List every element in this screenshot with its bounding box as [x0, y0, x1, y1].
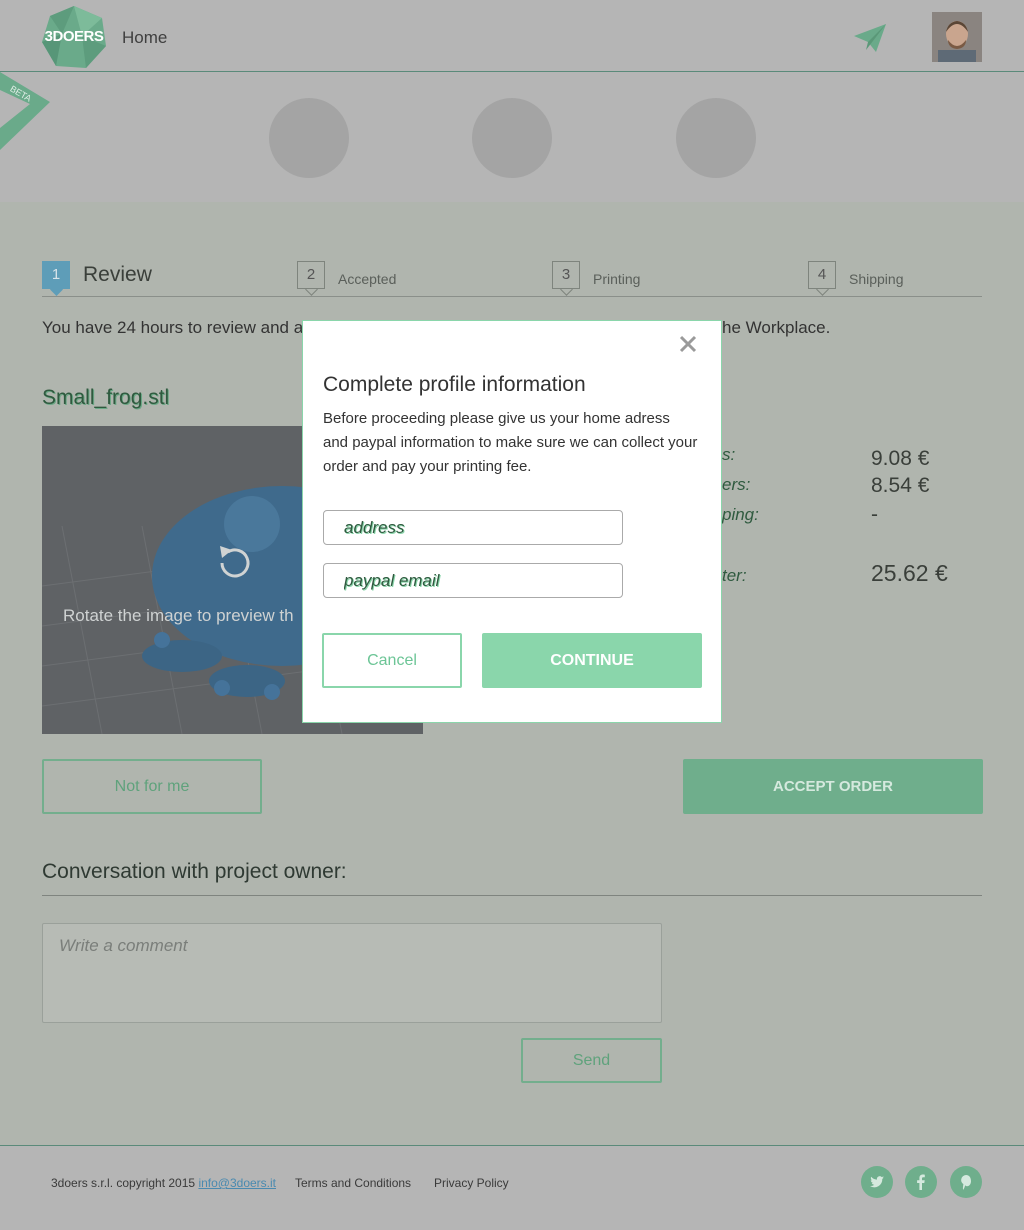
close-icon[interactable]	[677, 333, 699, 355]
hero-circle	[676, 98, 756, 178]
hero-circle	[472, 98, 552, 178]
not-for-me-button[interactable]: Not for me	[42, 759, 262, 814]
continue-button[interactable]: CONTINUE	[482, 633, 702, 688]
review-notice-end: he Workplace.	[722, 318, 831, 337]
facebook-button[interactable]	[905, 1166, 937, 1198]
accept-order-button[interactable]: ACCEPT ORDER	[683, 759, 983, 814]
pinterest-button[interactable]	[950, 1166, 982, 1198]
price-label: ers:	[722, 475, 751, 494]
price-label: s:	[722, 445, 736, 464]
footer-email-link[interactable]: info@3doers.it	[198, 1176, 276, 1190]
cancel-button[interactable]: Cancel	[322, 633, 462, 688]
paper-plane-icon[interactable]	[852, 22, 888, 54]
paypal-email-field[interactable]	[323, 563, 623, 598]
logo-text: 3DOERS	[44, 28, 104, 45]
step-number: 4	[808, 261, 836, 289]
rotate-icon	[220, 546, 250, 578]
step-number: 3	[552, 261, 580, 289]
copyright-text: 3doers s.r.l. copyright 2015	[51, 1176, 196, 1190]
comment-placeholder: Write a comment	[59, 936, 188, 955]
rotate-hint: Rotate the image to preview th	[63, 606, 294, 625]
total-price-value: 25.62 €	[871, 560, 948, 586]
paypal-email-input[interactable]	[342, 564, 606, 597]
modal-description: Before proceeding please give us your ho…	[323, 410, 698, 475]
user-avatar[interactable]	[932, 12, 982, 62]
beta-ribbon: BETA	[0, 72, 50, 150]
price-label: ping:	[722, 505, 759, 524]
file-title: Small_frog.stl	[42, 386, 170, 409]
complete-profile-modal: Complete profile information Before proc…	[302, 320, 722, 723]
top-header: 3DOERS Home	[0, 0, 1024, 72]
hero-circle	[269, 98, 349, 178]
step-label: Shipping	[849, 271, 904, 287]
step-number: 1	[42, 261, 70, 289]
twitter-button[interactable]	[861, 1166, 893, 1198]
footer-copyright: 3doers s.r.l. copyright 2015 info@3doers…	[51, 1176, 276, 1190]
footer: 3doers s.r.l. copyright 2015 info@3doers…	[0, 1145, 1024, 1230]
step-number: 2	[297, 261, 325, 289]
steps-divider	[42, 296, 982, 297]
review-notice: You have 24 hours to review and a	[42, 318, 304, 337]
avatar-image	[932, 12, 982, 62]
privacy-link[interactable]: Privacy Policy	[434, 1176, 509, 1190]
twitter-icon	[870, 1176, 884, 1188]
logo[interactable]: 3DOERS	[42, 6, 106, 68]
step-label: Review	[83, 263, 152, 286]
conversation-title: Conversation with project owner:	[42, 860, 347, 883]
step-label: Accepted	[338, 271, 397, 287]
address-field[interactable]	[323, 510, 623, 545]
price-value: 9.08 €	[871, 447, 930, 470]
conversation-divider	[42, 895, 982, 896]
facebook-icon	[917, 1174, 925, 1190]
step-label: Printing	[593, 271, 641, 287]
nav-home-link[interactable]: Home	[122, 28, 167, 48]
price-value: -	[871, 503, 878, 526]
price-value: 8.54 €	[871, 474, 930, 497]
terms-link[interactable]: Terms and Conditions	[295, 1176, 411, 1190]
price-label: ter:	[722, 566, 747, 585]
address-input[interactable]	[342, 511, 606, 544]
modal-title: Complete profile information	[323, 373, 586, 396]
comment-textarea[interactable]: Write a comment	[42, 923, 662, 1023]
pinterest-icon	[961, 1175, 971, 1190]
send-button[interactable]: Send	[521, 1038, 662, 1083]
